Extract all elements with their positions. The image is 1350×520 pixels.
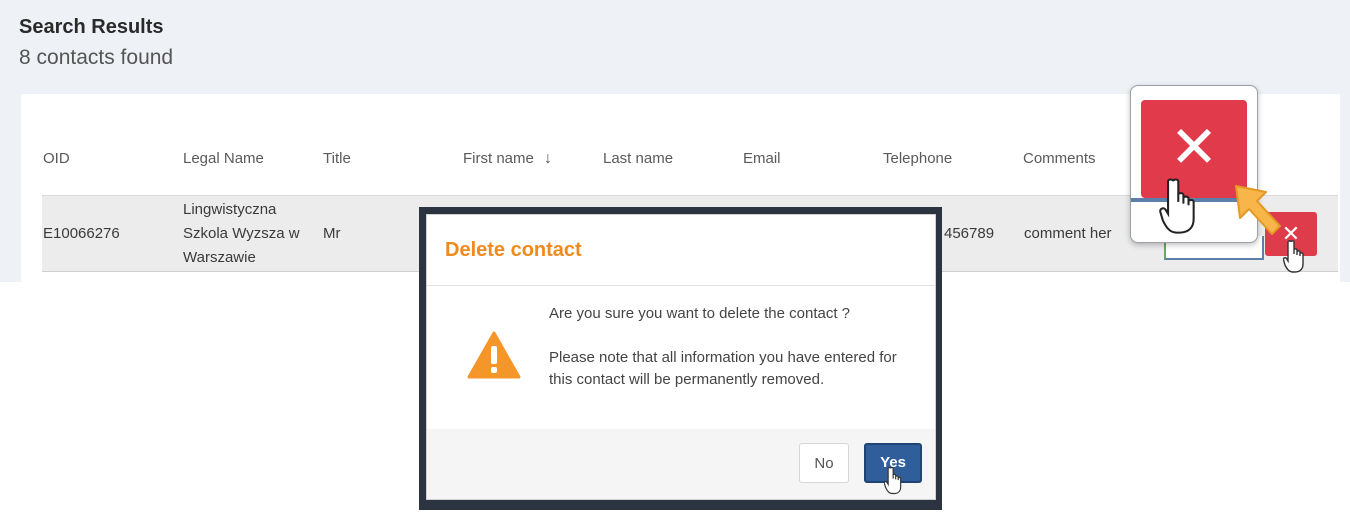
dialog-title: Delete contact [445,239,582,261]
hand-pointer-icon [1282,240,1307,279]
dialog-divider [427,285,935,286]
column-header-first-name-label: First name [463,150,534,167]
hand-pointer-icon [883,466,904,501]
column-header-email[interactable]: Email [743,150,781,167]
column-header-title[interactable]: Title [323,150,351,167]
cell-title: Mr [323,225,341,242]
results-title: Search Results [19,16,164,38]
delete-contact-dialog: Delete contact Are you sure you want to … [426,214,936,500]
cell-legal-name-line: Lingwistyczna [183,201,277,218]
column-header-legal-name[interactable]: Legal Name [183,150,264,167]
column-header-oid[interactable]: OID [43,150,70,167]
warning-icon [467,331,521,384]
dialog-note: Please note that all information you hav… [549,349,897,388]
cell-legal-name-line: Warszawie [183,249,256,266]
column-header-comments[interactable]: Comments [1023,150,1096,167]
cell-oid: E10066276 [43,225,120,242]
hand-pointer-icon [1158,178,1202,241]
cell-legal-name: Lingwistyczna Szkola Wyzsza w Warszawie [183,198,323,270]
cell-telephone: 456789 [944,225,995,242]
no-button[interactable]: No [799,443,849,483]
dialog-message: Are you sure you want to delete the cont… [549,305,851,322]
callout-arrow-icon [1232,182,1284,245]
column-header-first-name[interactable]: First name ↓ [463,150,552,168]
column-header-telephone[interactable]: Telephone [883,150,952,167]
cell-legal-name-line: Szkola Wyzsza w [183,225,300,242]
column-header-last-name[interactable]: Last name [603,150,673,167]
cell-comments: comment her [1024,225,1112,242]
sort-arrow-down-icon: ↓ [544,150,553,167]
dialog-footer [427,429,935,499]
results-count: 8 contacts found [19,46,174,69]
